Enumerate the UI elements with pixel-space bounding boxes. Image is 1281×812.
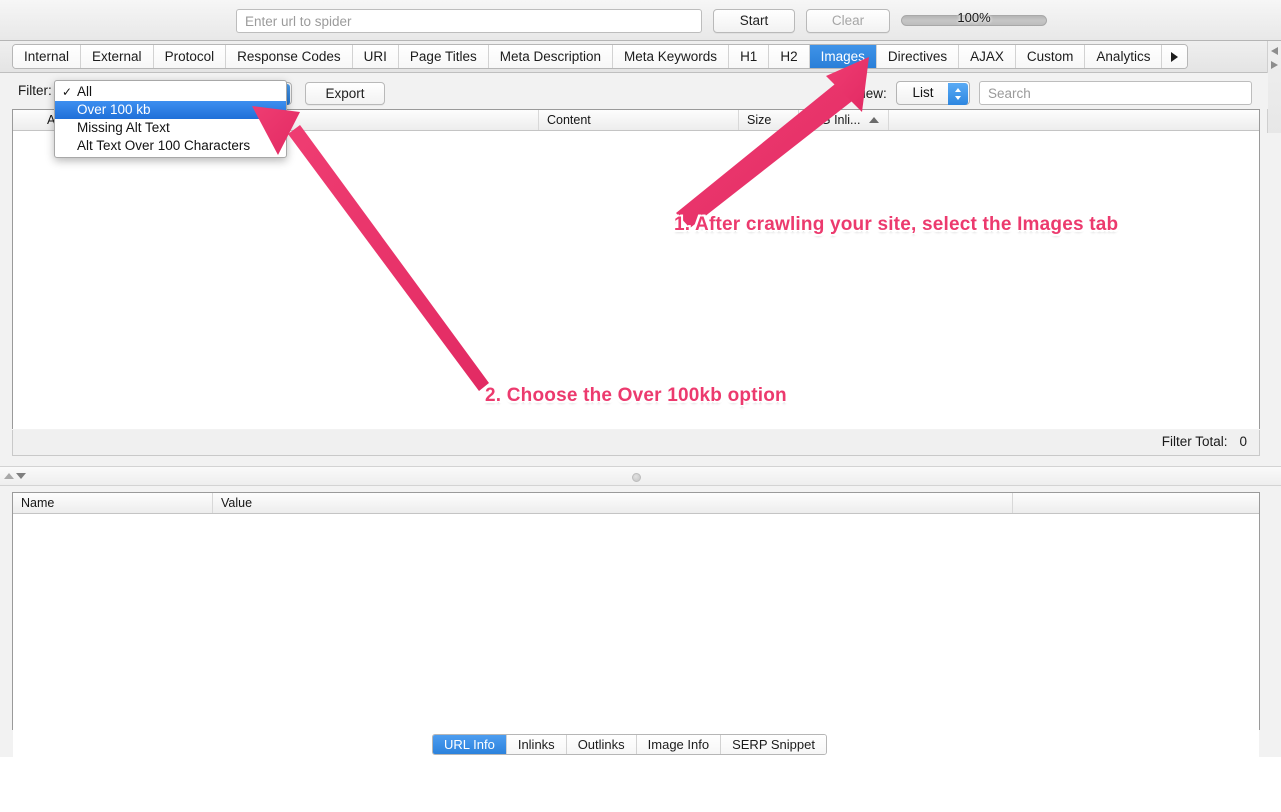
panel-splitter[interactable] <box>0 466 1281 486</box>
filter-menu-item-label: Over 100 kb <box>77 102 151 117</box>
filter-menu-item-alt-text-over-100-characters[interactable]: Alt Text Over 100 Characters <box>55 137 286 155</box>
tab-analytics[interactable]: Analytics <box>1085 45 1162 68</box>
tab-scroll-arrows[interactable] <box>1267 41 1281 133</box>
view-dropdown[interactable]: List <box>896 81 970 105</box>
tab-meta-description[interactable]: Meta Description <box>489 45 613 68</box>
column-header-content[interactable]: Content <box>539 110 739 130</box>
scroll-left-icon[interactable] <box>1271 47 1278 55</box>
detail-tab-bar: URL InfoInlinksOutlinksImage InfoSERP Sn… <box>432 734 827 755</box>
table-body[interactable] <box>13 131 1259 429</box>
tab-page-titles[interactable]: Page Titles <box>399 45 489 68</box>
tab-meta-keywords[interactable]: Meta Keywords <box>613 45 729 68</box>
top-toolbar: Start Clear 100% <box>0 0 1281 41</box>
scroll-right-icon[interactable] <box>1271 61 1278 69</box>
tabs-overflow-button[interactable] <box>1162 45 1187 68</box>
export-button[interactable]: Export <box>305 82 385 105</box>
column-header-img-inli-[interactable]: IMG Inli... <box>799 110 889 130</box>
column-header-size[interactable]: Size <box>739 110 799 130</box>
tab-h1[interactable]: H1 <box>729 45 769 68</box>
tab-images[interactable]: Images <box>810 45 877 68</box>
filter-menu-item-all[interactable]: ✓ All <box>55 83 286 101</box>
checkmark-icon: ✓ <box>62 83 72 101</box>
tab-protocol[interactable]: Protocol <box>154 45 227 68</box>
splitter-grip-icon[interactable] <box>632 473 641 482</box>
progress-label: 100% <box>901 10 1047 25</box>
tab-response-codes[interactable]: Response Codes <box>226 45 353 68</box>
url-input[interactable] <box>236 9 702 33</box>
crawl-progress-bar: 100% <box>901 15 1047 26</box>
filter-total-label: Filter Total: <box>1162 434 1228 449</box>
detail-table-body[interactable] <box>13 514 1259 812</box>
filter-menu-item-over-100-kb[interactable]: Over 100 kb <box>55 101 286 119</box>
filter-total-bar: Filter Total: 0 <box>12 430 1260 456</box>
filter-total-value: 0 <box>1239 434 1247 449</box>
view-label: View: <box>854 86 887 101</box>
detail-column-header-value[interactable]: Value <box>213 493 1013 513</box>
tab-directives[interactable]: Directives <box>877 45 959 68</box>
detail-table: NameValue <box>12 492 1260 730</box>
filter-menu-item-label: Missing Alt Text <box>77 120 170 135</box>
filter-dropdown-menu[interactable]: ✓ All Over 100 kb Missing Alt Text Alt Text … <box>54 80 287 158</box>
application-window: Start Clear 100% InternalExternalProtoco… <box>0 0 1281 757</box>
filter-label: Filter: <box>18 83 52 98</box>
column-header-label: IMG Inli... <box>807 113 860 127</box>
tab-ajax[interactable]: AJAX <box>959 45 1016 68</box>
sort-ascending-icon[interactable] <box>869 117 879 123</box>
triangle-right-icon <box>1171 52 1178 62</box>
column-header-label: Content <box>547 113 591 127</box>
splitter-collapse-down-icon[interactable] <box>16 473 26 479</box>
start-button[interactable]: Start <box>713 9 795 33</box>
detail-tab-serp-snippet[interactable]: SERP Snippet <box>721 735 826 754</box>
detail-tab-outlinks[interactable]: Outlinks <box>567 735 637 754</box>
main-tab-strip: InternalExternalProtocolResponse CodesUR… <box>0 41 1281 73</box>
filter-menu-item-missing-alt-text[interactable]: Missing Alt Text <box>55 119 286 137</box>
filter-menu-item-label: All <box>77 84 92 99</box>
tab-uri[interactable]: URI <box>353 45 399 68</box>
filter-total: Filter Total: 0 <box>1162 434 1247 449</box>
main-tabs: InternalExternalProtocolResponse CodesUR… <box>12 44 1188 69</box>
filter-menu-item-label: Alt Text Over 100 Characters <box>77 138 250 153</box>
detail-column-header-name[interactable]: Name <box>13 493 213 513</box>
splitter-collapse-up-icon[interactable] <box>4 473 14 479</box>
tab-internal[interactable]: Internal <box>13 45 81 68</box>
view-dropdown-value: List <box>912 85 933 100</box>
view-dropdown-stepper-icon[interactable] <box>948 83 968 105</box>
detail-tab-inlinks[interactable]: Inlinks <box>507 735 567 754</box>
tab-custom[interactable]: Custom <box>1016 45 1086 68</box>
tab-external[interactable]: External <box>81 45 154 68</box>
detail-header-row: NameValue <box>13 493 1259 514</box>
search-input[interactable] <box>979 81 1252 105</box>
detail-tab-url-info[interactable]: URL Info <box>433 735 507 754</box>
tab-h2[interactable]: H2 <box>769 45 809 68</box>
column-header-label: Size <box>747 113 771 127</box>
clear-button[interactable]: Clear <box>806 9 890 33</box>
detail-tab-image-info[interactable]: Image Info <box>637 735 721 754</box>
